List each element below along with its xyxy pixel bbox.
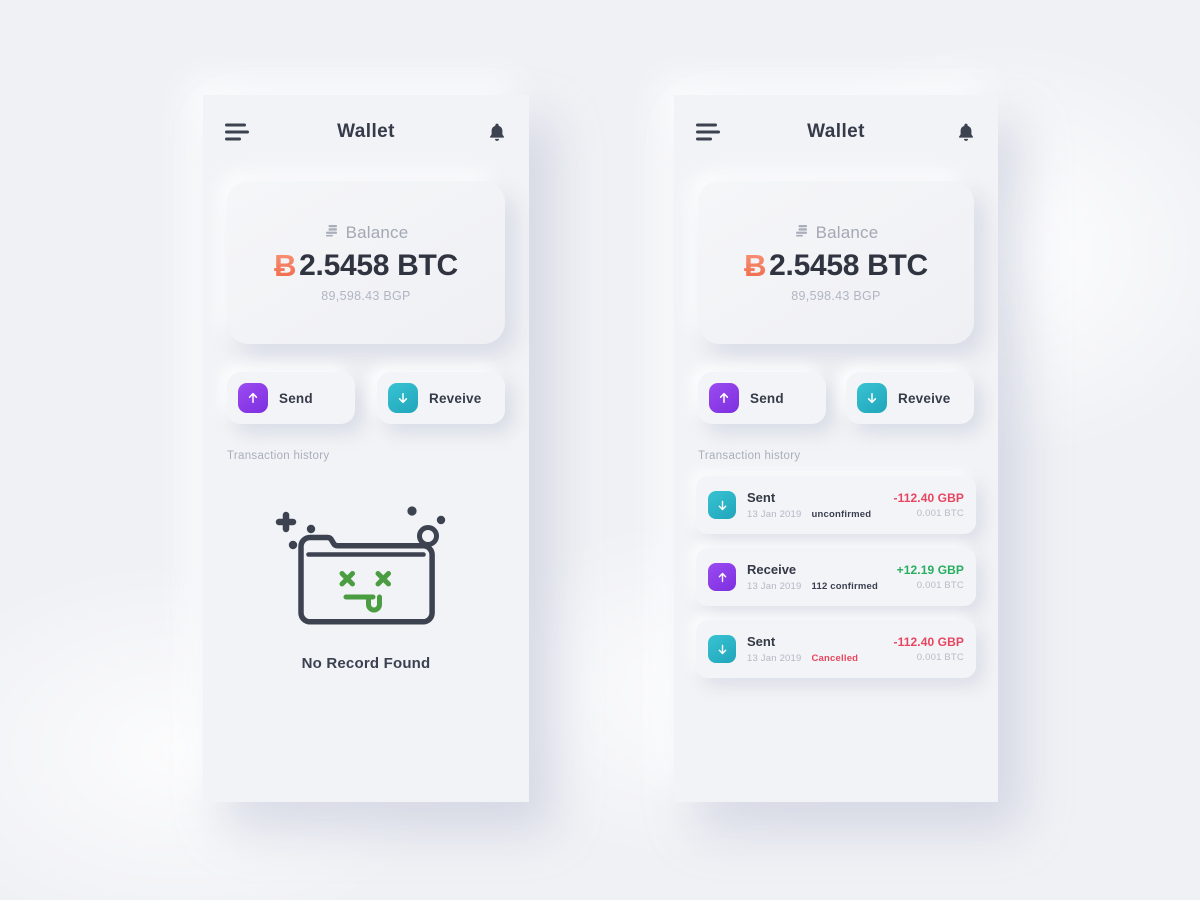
phone-screen-wallet-list: Wallet Balance Ƀ 2.5458 BTC 89,598.43 BG… [674,95,998,802]
transaction-type: Receive [747,562,797,578]
transaction-meta: 13 Jan 2019 unconfirmed [747,509,883,520]
transaction-type: Sent [747,634,776,650]
empty-state: No Record Found [203,498,529,672]
coins-stack-icon [324,223,339,243]
transaction-amount-btc: 0.001 BTC [916,580,964,592]
transaction-details: Sent 13 Jan 2019 Cancelled [747,634,883,663]
transaction-details: Receive 13 Jan 2019 112 confirmed [747,562,886,591]
transaction-meta: 13 Jan 2019 112 confirmed [747,581,886,592]
balance-amount: 2.5458 BTC [299,248,458,282]
action-button-group: Send Reveive [698,372,974,424]
status-badge: unconfirmed [811,508,872,520]
send-button[interactable]: Send [227,372,355,424]
transaction-amount-fiat: +12.19 GBP [896,562,964,577]
transaction-type: Sent [747,490,776,506]
receive-button[interactable]: Reveive [846,372,974,424]
phone-screen-wallet-empty: Wallet Balance Ƀ 2.5458 BTC 89,598.43 BG… [203,95,529,802]
bell-icon[interactable] [487,121,507,143]
transaction-history-title: Transaction history [227,450,330,462]
app-bar: Wallet [674,95,998,169]
balance-card: Balance Ƀ 2.5458 BTC 89,598.43 BGP [698,181,974,344]
dead-folder-icon [272,498,460,635]
arrow-up-icon [709,383,739,413]
hamburger-menu-icon[interactable] [696,123,720,141]
arrow-up-icon [708,563,736,591]
balance-label-row: Balance [794,223,879,243]
receive-button-label: Reveive [898,390,951,406]
transaction-meta: 13 Jan 2019 Cancelled [747,653,883,664]
app-bar: Wallet [203,95,529,169]
transaction-details: Sent 13 Jan 2019 unconfirmed [747,490,883,519]
balance-card: Balance Ƀ 2.5458 BTC 89,598.43 BGP [227,181,505,344]
design-stage: Wallet Balance Ƀ 2.5458 BTC 89,598.43 BG… [0,0,1200,900]
coins-stack-icon [794,223,809,243]
receive-button-label: Reveive [429,390,482,406]
table-row[interactable]: Sent 13 Jan 2019 unconfirmed -112.40 GBP… [696,476,976,534]
arrow-down-icon [708,635,736,663]
transaction-amount-btc: 0.001 BTC [916,508,964,520]
balance-label: Balance [815,222,879,242]
transaction-amount-btc: 0.001 BTC [916,652,964,664]
send-button-label: Send [279,390,313,406]
bitcoin-symbol-icon: Ƀ [744,248,767,283]
balance-fiat-value: 89,598.43 BGP [321,288,411,303]
transaction-history-title: Transaction history [698,450,801,462]
page-title: Wallet [337,121,395,142]
transaction-values: -112.40 GBP 0.001 BTC [894,635,964,664]
receive-button[interactable]: Reveive [377,372,505,424]
empty-state-caption: No Record Found [301,655,431,672]
arrow-up-icon [238,383,268,413]
arrow-down-icon [857,383,887,413]
table-row[interactable]: Sent 13 Jan 2019 Cancelled -112.40 GBP 0… [696,620,976,678]
balance-amount-row: Ƀ 2.5458 BTC [744,249,928,283]
balance-fiat-value: 89,598.43 BGP [791,288,881,303]
send-button-label: Send [750,390,784,406]
transaction-date: 13 Jan 2019 [747,580,802,592]
balance-amount: 2.5458 BTC [769,248,928,282]
table-row[interactable]: Receive 13 Jan 2019 112 confirmed +12.19… [696,548,976,606]
status-badge: Cancelled [811,652,859,664]
bitcoin-symbol-icon: Ƀ [274,248,297,283]
transaction-list: Sent 13 Jan 2019 unconfirmed -112.40 GBP… [696,476,976,678]
send-button[interactable]: Send [698,372,826,424]
bell-icon[interactable] [956,121,976,143]
arrow-down-icon [388,383,418,413]
transaction-date: 13 Jan 2019 [747,652,802,664]
transaction-date: 13 Jan 2019 [747,508,802,520]
page-title: Wallet [807,121,865,142]
balance-label: Balance [345,222,409,242]
transaction-values: +12.19 GBP 0.001 BTC [897,563,964,592]
balance-label-row: Balance [324,223,409,243]
transaction-amount-fiat: -112.40 GBP [893,490,964,505]
hamburger-menu-icon[interactable] [225,123,249,141]
transaction-amount-fiat: -112.40 GBP [893,634,964,649]
transaction-values: -112.40 GBP 0.001 BTC [894,491,964,520]
balance-amount-row: Ƀ 2.5458 BTC [274,249,458,283]
action-button-group: Send Reveive [227,372,505,424]
arrow-down-icon [708,491,736,519]
status-badge: 112 confirmed [811,580,878,592]
